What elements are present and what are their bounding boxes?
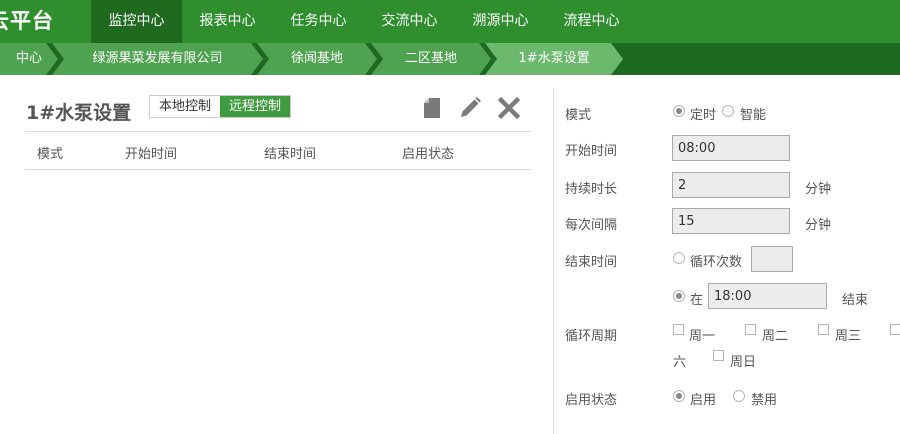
nav-exchange-center[interactable]: 交流中心 <box>364 0 455 43</box>
end-loop-radio[interactable] <box>673 252 685 264</box>
brand-title: 云平台 <box>0 9 54 33</box>
mode-timed-radio[interactable] <box>673 105 685 117</box>
nav-process-center[interactable]: 流程中心 <box>546 0 637 43</box>
breadcrumb-item-base[interactable]: 徐闻基地 <box>257 43 377 75</box>
end-loop-label: 循环次数 <box>690 255 743 270</box>
loop-count-input[interactable] <box>751 246 793 272</box>
end-suffix: 结束 <box>842 293 869 308</box>
duration-label: 持续时长 <box>565 182 618 197</box>
mode-smart-radio[interactable] <box>722 105 734 117</box>
cycle-tue-checkbox[interactable] <box>745 324 756 335</box>
page-title: 1#水泵设置 <box>26 102 132 124</box>
nav-monitor-center[interactable]: 监控中心 <box>91 0 182 43</box>
table-header-border <box>25 169 531 170</box>
cycle-label: 循环周期 <box>565 329 618 344</box>
breadcrumb-item-center[interactable]: 中心 <box>0 43 58 75</box>
interval-label: 每次间隔 <box>565 218 618 233</box>
cycle-wed-label: 周三 <box>835 329 862 344</box>
cycle-tue-label: 周二 <box>762 329 789 344</box>
cycle-mon-checkbox[interactable] <box>673 324 684 335</box>
panel-divider <box>553 88 554 434</box>
duration-input[interactable] <box>672 172 790 198</box>
cycle-sat-label: 六 <box>673 355 687 370</box>
enable-label: 启用状态 <box>565 393 618 408</box>
cycle-thu-checkbox[interactable] <box>890 324 900 335</box>
table-top-border <box>25 131 531 132</box>
document-icon[interactable] <box>420 96 444 120</box>
enable-off-label: 禁用 <box>751 393 778 408</box>
cycle-mon-label: 周一 <box>689 329 716 344</box>
column-header-start-time: 开始时间 <box>125 147 178 162</box>
nav-trace-center[interactable]: 溯源中心 <box>455 0 546 43</box>
breadcrumb-item-zone[interactable]: 二区基地 <box>371 43 491 75</box>
enable-off-radio[interactable] <box>733 390 745 402</box>
top-nav: 云平台 监控中心 报表中心 任务中心 交流中心 溯源中心 流程中心 <box>0 0 900 43</box>
end-at-input[interactable] <box>708 283 827 309</box>
interval-unit: 分钟 <box>805 218 832 233</box>
end-at-radio[interactable] <box>673 290 685 302</box>
cycle-wed-checkbox[interactable] <box>818 324 829 335</box>
breadcrumb: 中心 绿源果菜发展有限公司 徐闻基地 二区基地 1#水泵设置 <box>0 43 900 75</box>
pencil-icon[interactable] <box>458 96 482 120</box>
enable-on-radio[interactable] <box>673 390 685 402</box>
mode-timed-label: 定时 <box>690 108 717 123</box>
start-time-label: 开始时间 <box>565 144 618 159</box>
cycle-sun-checkbox[interactable] <box>713 350 724 361</box>
control-tabs: 本地控制 远程控制 <box>149 95 292 118</box>
column-header-mode: 模式 <box>37 147 64 162</box>
tab-remote-control[interactable]: 远程控制 <box>220 96 291 117</box>
column-header-end-time: 结束时间 <box>264 147 317 162</box>
start-time-input[interactable] <box>672 135 790 161</box>
duration-unit: 分钟 <box>805 182 832 197</box>
cycle-sun-label: 周日 <box>730 355 757 370</box>
breadcrumb-item-pump[interactable]: 1#水泵设置 <box>485 43 623 75</box>
column-header-status: 启用状态 <box>402 147 455 162</box>
mode-label: 模式 <box>565 108 592 123</box>
mode-smart-label: 智能 <box>740 108 767 123</box>
close-icon[interactable] <box>497 96 521 120</box>
tab-local-control[interactable]: 本地控制 <box>150 96 221 117</box>
end-time-label: 结束时间 <box>565 255 618 270</box>
interval-input[interactable] <box>672 208 790 234</box>
enable-on-label: 启用 <box>690 393 717 408</box>
nav-report-center[interactable]: 报表中心 <box>182 0 273 43</box>
breadcrumb-item-company[interactable]: 绿源果菜发展有限公司 <box>52 43 263 75</box>
end-at-label: 在 <box>690 293 704 308</box>
nav-task-center[interactable]: 任务中心 <box>273 0 364 43</box>
